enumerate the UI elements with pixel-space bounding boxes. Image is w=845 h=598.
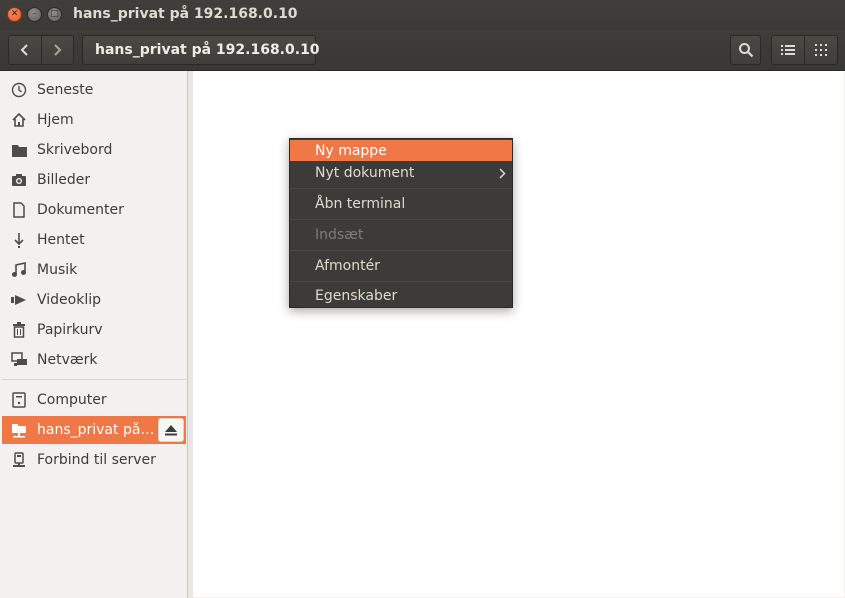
sidebar-item-label: Forbind til server <box>37 452 156 468</box>
menu-item-open-terminal[interactable]: Åbn terminal <box>290 191 512 217</box>
sidebar-item-label: Skrivebord <box>37 142 113 158</box>
computer-icon <box>9 390 29 410</box>
path-bar-location-button[interactable]: hans_privat på 192.168.0.10 <box>82 35 320 65</box>
grid-view-button[interactable] <box>804 36 837 64</box>
trash-icon <box>9 320 29 340</box>
sidebar-item-desktop[interactable]: Skrivebord <box>2 136 186 164</box>
menu-item-label: Indsæt <box>315 227 364 243</box>
sidebar-separator <box>2 379 186 380</box>
network-icon <box>9 350 29 370</box>
sidebar-item-computer[interactable]: Computer <box>2 386 186 414</box>
sidebar-item-label: hans_privat på 192.168.0.10 <box>37 422 157 438</box>
menu-item-label: Afmontér <box>315 258 380 274</box>
sidebar-item-label: Billeder <box>37 172 91 188</box>
list-view-button[interactable] <box>772 36 804 64</box>
sidebar-item-connect-server[interactable]: Forbind til server <box>2 446 186 474</box>
menu-item-label: Åbn terminal <box>315 196 406 212</box>
sidebar-item-label: Hjem <box>37 112 74 128</box>
menu-item-properties[interactable]: Egenskaber <box>290 284 512 308</box>
context-menu: Ny mappe Nyt dokument Åbn terminal Indsæ… <box>289 138 513 308</box>
sidebar-item-label: Papirkurv <box>37 322 103 338</box>
sidebar-item-trash[interactable]: Papirkurv <box>2 316 186 344</box>
sidebar-item-hans-privat[interactable]: hans_privat på 192.168.0.10 <box>2 416 186 444</box>
menu-item-label: Ny mappe <box>315 142 387 159</box>
grid-view-icon <box>815 44 827 56</box>
sidebar-item-downloads[interactable]: Hentet <box>2 226 186 254</box>
search-icon <box>738 43 753 58</box>
file-manager-window: ✕ – □ hans_privat på 192.168.0.10 hans_p… <box>0 0 845 598</box>
view-mode-group <box>771 35 838 65</box>
sidebar-item-music[interactable]: Musik <box>2 256 186 284</box>
folder-icon <box>9 140 29 160</box>
path-bar-label: hans_privat på 192.168.0.10 <box>95 42 320 58</box>
minimize-icon: – <box>32 9 37 19</box>
close-icon: ✕ <box>10 9 19 19</box>
menu-item-label: Nyt dokument <box>315 165 415 181</box>
eject-icon <box>165 424 177 435</box>
sidebar-item-network[interactable]: Netværk <box>2 346 186 374</box>
music-icon <box>9 260 29 280</box>
search-button[interactable] <box>730 35 761 65</box>
menu-item-unmount[interactable]: Afmontér <box>290 253 512 279</box>
sidebar-item-label: Hentet <box>37 232 85 248</box>
maximize-window-button[interactable]: □ <box>47 7 62 22</box>
menu-item-new-folder[interactable]: Ny mappe <box>290 140 512 161</box>
sidebar-item-home[interactable]: Hjem <box>2 106 186 134</box>
sidebar-item-label: Computer <box>37 392 107 408</box>
navigation-group <box>8 35 74 65</box>
maximize-icon: □ <box>50 9 59 19</box>
server-icon <box>9 450 29 470</box>
menu-item-paste: Indsæt <box>290 222 512 248</box>
menu-item-new-document[interactable]: Nyt dokument <box>290 161 512 185</box>
menu-item-label: Egenskaber <box>315 288 398 304</box>
menu-separator <box>290 250 512 251</box>
chevron-right-icon <box>54 44 62 56</box>
sidebar-item-recent[interactable]: Seneste <box>2 76 186 104</box>
network-share-icon <box>9 420 29 440</box>
sidebar-item-pictures[interactable]: Billeder <box>2 166 186 194</box>
back-button[interactable] <box>9 36 41 64</box>
menu-separator <box>290 188 512 189</box>
menu-separator <box>290 219 512 220</box>
forward-button[interactable] <box>40 36 74 64</box>
video-icon <box>9 290 29 310</box>
download-icon <box>9 230 29 250</box>
sidebar-item-label: Seneste <box>37 82 94 98</box>
sidebar-item-label: Netværk <box>37 352 98 368</box>
chevron-left-icon <box>20 44 28 56</box>
home-icon <box>9 110 29 130</box>
document-icon <box>9 200 29 220</box>
toolbar: hans_privat på 192.168.0.10 <box>0 30 845 71</box>
menu-separator <box>290 281 512 282</box>
sidebar-item-label: Musik <box>37 262 78 278</box>
sidebar-item-videos[interactable]: Videoklip <box>2 286 186 314</box>
sidebar-item-documents[interactable]: Dokumenter <box>2 196 186 224</box>
close-window-button[interactable]: ✕ <box>7 7 22 22</box>
sidebar-item-label: Dokumenter <box>37 202 124 218</box>
list-view-icon <box>781 45 795 55</box>
sidebar-item-label: Videoklip <box>37 292 101 308</box>
window-title: hans_privat på 192.168.0.10 <box>73 6 298 22</box>
title-bar: ✕ – □ hans_privat på 192.168.0.10 <box>0 0 845 30</box>
eject-button[interactable] <box>158 418 184 442</box>
places-sidebar: Seneste Hjem Skrivebord Billeder Dokumen… <box>0 71 188 598</box>
minimize-window-button[interactable]: – <box>27 7 42 22</box>
chevron-right-icon <box>499 167 506 179</box>
clock-icon <box>9 80 29 100</box>
camera-icon <box>9 170 29 190</box>
